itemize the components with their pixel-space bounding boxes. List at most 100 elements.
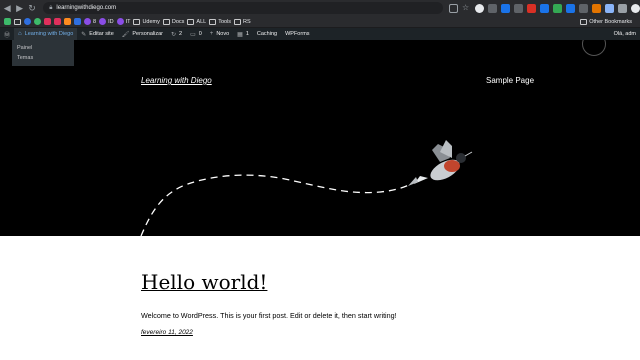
bookmark-item[interactable]: IT (116, 18, 131, 25)
url-text: learningwithdiego.com (56, 5, 117, 11)
wp-logo-menu[interactable]: Ⓦ (0, 28, 14, 40)
comments-button[interactable]: ▭ 0 (186, 28, 206, 40)
extension-icon[interactable] (514, 3, 523, 13)
lock-icon: 🔒︎ (49, 4, 53, 11)
account-menu[interactable]: Olá, adm (610, 28, 640, 40)
bookmarks-bar: 8 ID IT Udemy Docs ALL Tools RS Other Bo… (0, 16, 640, 28)
folder-icon (162, 18, 170, 25)
address-bar[interactable]: 🔒︎ learningwithdiego.com (43, 2, 443, 14)
bookmark-folder[interactable]: Docs (162, 18, 185, 25)
bookmark-label: Udemy (142, 18, 160, 25)
post-title-link[interactable]: Hello world! (141, 270, 267, 294)
new-label: Novo (216, 31, 230, 37)
back-icon[interactable]: ◀ (2, 1, 12, 15)
post-excerpt: Welcome to WordPress. This is your first… (141, 311, 397, 320)
site-title-link[interactable]: Learning with Diego (141, 76, 212, 85)
bookmark-folder[interactable]: ALL (187, 18, 207, 25)
extension-icon[interactable] (475, 3, 484, 13)
wp-admin-bar: Ⓦ ⌂ Learning with Diego ✎ Editar site 🖌︎ Pe… (0, 28, 640, 40)
flight-path (140, 174, 419, 236)
bookmark-item[interactable] (4, 18, 11, 25)
bookmark-label: ID (108, 18, 114, 25)
extension-icon[interactable] (579, 3, 588, 13)
other-bookmarks[interactable]: Other Bookmarks (580, 18, 632, 25)
home-icon: ⌂ (18, 31, 22, 37)
updates-count: 2 (179, 31, 183, 37)
favicon-icon (84, 18, 91, 25)
post-content-area: Hello world! Welcome to WordPress. This … (0, 236, 640, 360)
extension-icon[interactable] (488, 3, 497, 13)
bookmark-label: RS (243, 18, 251, 25)
profile-icon[interactable] (631, 3, 640, 13)
updates-button[interactable]: ↻ 2 (167, 28, 186, 40)
extension-icon[interactable] (553, 3, 562, 13)
extension-icon[interactable] (592, 3, 601, 13)
bookmark-item[interactable] (54, 18, 61, 25)
bookmark-label: Docs (171, 18, 185, 25)
other-bookmarks-label: Other Bookmarks (589, 18, 632, 25)
extension-icon[interactable] (501, 3, 510, 13)
site-name-label: Learning with Diego (24, 31, 74, 37)
edit-site-button[interactable]: ✎ Editar site (77, 28, 118, 40)
caching-button[interactable]: Caching (253, 28, 281, 40)
star-icon[interactable]: ☆ (462, 3, 471, 13)
forms-count: 1 (245, 31, 249, 37)
forms-button[interactable]: ▦ 1 (233, 28, 253, 40)
wpforms-label: WPForms (285, 31, 310, 37)
customize-button[interactable]: 🖌︎ Personalizar (118, 28, 167, 40)
bookmark-item[interactable] (24, 18, 31, 25)
wordpress-icon: Ⓦ (4, 32, 11, 39)
browser-toolbar: ◀ ▶ ↻ 🔒︎ learningwithdiego.com ☆ (0, 0, 640, 16)
extension-icon[interactable] (527, 3, 536, 13)
site-name-dropdown: Painel Temas (12, 40, 74, 66)
bookmark-folder[interactable]: Tools (209, 18, 232, 25)
dropdown-item-dashboard[interactable]: Painel (12, 43, 74, 53)
bookmark-label: IT (125, 18, 131, 25)
folder-icon (187, 18, 195, 25)
extension-icon[interactable] (540, 3, 549, 13)
bookmark-item[interactable] (64, 18, 71, 25)
refresh-icon: ↻ (170, 31, 176, 38)
forms-icon: ▦ (237, 31, 243, 38)
bookmark-folder[interactable]: RS (234, 18, 251, 25)
favicon-icon (24, 18, 31, 25)
folder-icon (133, 18, 141, 25)
favicon-icon (34, 18, 41, 25)
post-date-link[interactable]: fevereiro 11, 2022 (141, 329, 193, 336)
bookmark-item[interactable]: ID (99, 18, 114, 25)
bookmark-item[interactable] (74, 18, 81, 25)
hero-illustration (140, 140, 473, 236)
hummingbird-icon (408, 140, 473, 186)
customize-label: Personalizar (132, 31, 163, 37)
folder-icon (209, 18, 217, 25)
bookmark-item[interactable]: 8 (84, 18, 96, 25)
extension-icons: ☆ (449, 3, 640, 13)
favicon-icon (99, 18, 107, 25)
nav-item-sample-page[interactable]: Sample Page (486, 76, 534, 85)
bookmark-label: Tools (218, 18, 232, 25)
bookmark-item[interactable] (44, 18, 51, 25)
bookmark-folder[interactable]: Udemy (133, 18, 160, 25)
puzzle-icon[interactable] (618, 3, 627, 13)
edit-site-label: Editar site (89, 31, 114, 37)
new-content-button[interactable]: + Novo (206, 28, 233, 40)
extension-icon[interactable] (566, 3, 575, 13)
comment-icon: ▭ (190, 31, 196, 38)
dropdown-item-themes[interactable]: Temas (12, 53, 74, 63)
bookmark-label: 8 (93, 18, 97, 25)
reload-icon[interactable]: ↻ (27, 1, 37, 15)
extension-icon[interactable] (605, 3, 614, 13)
caching-label: Caching (256, 31, 278, 37)
wpforms-button[interactable]: WPForms (281, 28, 313, 40)
site-header-hero: Learning with Diego Sample Page (0, 40, 640, 236)
bookmark-label: ALL (196, 18, 207, 25)
comments-count: 0 (198, 31, 202, 37)
favicon-icon (4, 18, 11, 25)
favicon-icon (116, 18, 124, 25)
plus-icon: + (209, 31, 214, 37)
bookmark-item[interactable] (34, 18, 41, 25)
bookmark-item[interactable] (14, 18, 21, 25)
forward-icon[interactable]: ▶ (14, 1, 24, 15)
share-icon[interactable] (449, 3, 458, 13)
site-name-menu[interactable]: ⌂ Learning with Diego (14, 28, 78, 40)
